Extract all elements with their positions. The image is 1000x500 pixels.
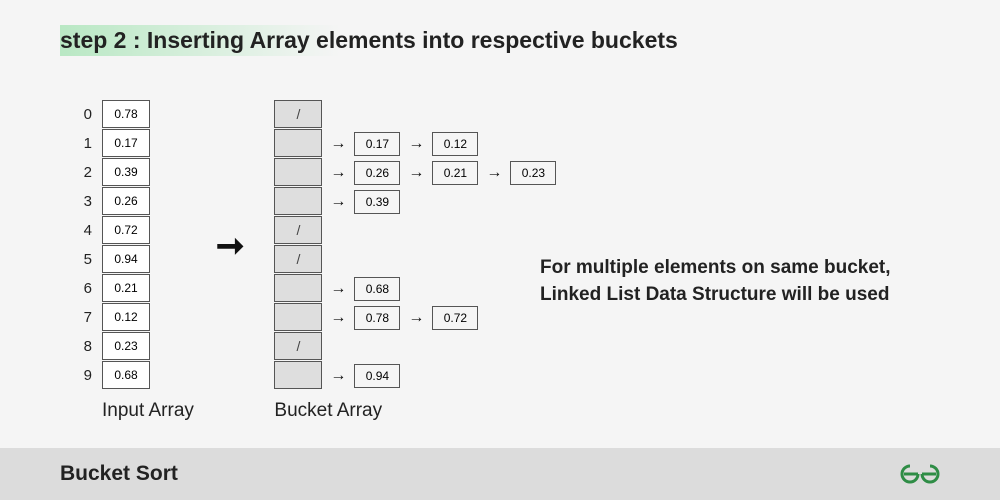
input-array-column: 00.7810.1720.3930.2640.7250.9460.2170.12… [70, 100, 194, 422]
input-cell: 0.12 [102, 303, 150, 331]
link-arrow-icon: → [330, 164, 346, 182]
bucket-row: → 0.17 → 0.12 [274, 129, 556, 158]
linked-list-node: 0.17 [354, 132, 400, 156]
input-cell: 0.72 [102, 216, 150, 244]
link-arrow-icon: → [330, 367, 346, 385]
linked-list-node: 0.26 [354, 161, 400, 185]
bucket-row: → 0.78 → 0.72 [274, 303, 556, 332]
bucket-cell [274, 303, 322, 331]
input-cell: 0.78 [102, 100, 150, 128]
explanation-line1: For multiple elements on same bucket, [540, 257, 891, 278]
bucket-chain: → 0.17 → 0.12 [322, 132, 478, 156]
link-arrow-icon: → [330, 135, 346, 153]
linked-list-node: 0.12 [432, 132, 478, 156]
index-label: 3 [70, 193, 92, 210]
explanation-line2: Linked List Data Structure will be used [540, 284, 889, 305]
link-arrow-icon: → [408, 164, 424, 182]
input-row: 60.21 [70, 274, 194, 303]
bucket-chain: → 0.39 [322, 190, 400, 214]
bucket-row: / [274, 332, 556, 361]
bucket-array-label: Bucket Array [274, 400, 556, 422]
linked-list-node: 0.39 [354, 190, 400, 214]
bucket-cell: / [274, 100, 322, 128]
linked-list-node: 0.78 [354, 306, 400, 330]
input-row: 50.94 [70, 245, 194, 274]
bucket-chain: → 0.78 → 0.72 [322, 306, 478, 330]
link-arrow-icon: → [408, 309, 424, 327]
link-arrow-icon: → [330, 193, 346, 211]
index-label: 7 [70, 309, 92, 326]
bucket-cell: / [274, 216, 322, 244]
index-label: 9 [70, 367, 92, 384]
index-label: 2 [70, 164, 92, 181]
index-label: 6 [70, 280, 92, 297]
bucket-chain: → 0.94 [322, 364, 400, 388]
bucket-cell [274, 129, 322, 157]
bucket-row: → 0.94 [274, 361, 556, 390]
input-cell: 0.68 [102, 361, 150, 389]
input-row: 20.39 [70, 158, 194, 187]
index-label: 4 [70, 222, 92, 239]
linked-list-node: 0.94 [354, 364, 400, 388]
algorithm-title: Bucket Sort [60, 462, 178, 486]
step-title: step 2 : Inserting Array elements into r… [60, 25, 688, 56]
linked-list-node: 0.23 [510, 161, 556, 185]
bucket-cell [274, 361, 322, 389]
index-label: 5 [70, 251, 92, 268]
input-row: 90.68 [70, 361, 194, 390]
bucket-cell [274, 187, 322, 215]
bucket-cell [274, 158, 322, 186]
link-arrow-icon: → [330, 309, 346, 327]
input-row: 70.12 [70, 303, 194, 332]
index-label: 0 [70, 106, 92, 123]
bucket-array-column: /→0.17→0.12→0.26→0.21→0.23→0.39//→0.68→0… [274, 100, 556, 422]
input-cell: 0.26 [102, 187, 150, 215]
bucket-row: / [274, 216, 556, 245]
bucket-cell: / [274, 245, 322, 273]
input-row: 80.23 [70, 332, 194, 361]
input-cell: 0.94 [102, 245, 150, 273]
transform-arrow-icon: ➞ [216, 226, 245, 266]
input-cell: 0.23 [102, 332, 150, 360]
input-cell: 0.21 [102, 274, 150, 302]
diagram-area: 00.7810.1720.3930.2640.7250.9460.2170.12… [70, 100, 556, 422]
link-arrow-icon: → [486, 164, 502, 182]
footer-bar: Bucket Sort [0, 448, 1000, 500]
bucket-cell [274, 274, 322, 302]
bucket-row: → 0.26 → 0.21 → 0.23 [274, 158, 556, 187]
index-label: 8 [70, 338, 92, 355]
bucket-row: / [274, 245, 556, 274]
bucket-row: → 0.39 [274, 187, 556, 216]
linked-list-node: 0.68 [354, 277, 400, 301]
input-row: 30.26 [70, 187, 194, 216]
input-row: 00.78 [70, 100, 194, 129]
bucket-row: → 0.68 [274, 274, 556, 303]
bucket-chain: → 0.26 → 0.21 → 0.23 [322, 161, 556, 185]
input-cell: 0.17 [102, 129, 150, 157]
input-row: 10.17 [70, 129, 194, 158]
link-arrow-icon: → [330, 280, 346, 298]
index-label: 1 [70, 135, 92, 152]
input-row: 40.72 [70, 216, 194, 245]
bucket-chain: → 0.68 [322, 277, 400, 301]
linked-list-node: 0.21 [432, 161, 478, 185]
link-arrow-icon: → [408, 135, 424, 153]
bucket-row: / [274, 100, 556, 129]
geeksforgeeks-logo-icon [900, 460, 940, 488]
linked-list-node: 0.72 [432, 306, 478, 330]
explanation-text: For multiple elements on same bucket, Li… [540, 255, 891, 308]
bucket-cell: / [274, 332, 322, 360]
input-array-label: Input Array [102, 400, 194, 422]
input-cell: 0.39 [102, 158, 150, 186]
